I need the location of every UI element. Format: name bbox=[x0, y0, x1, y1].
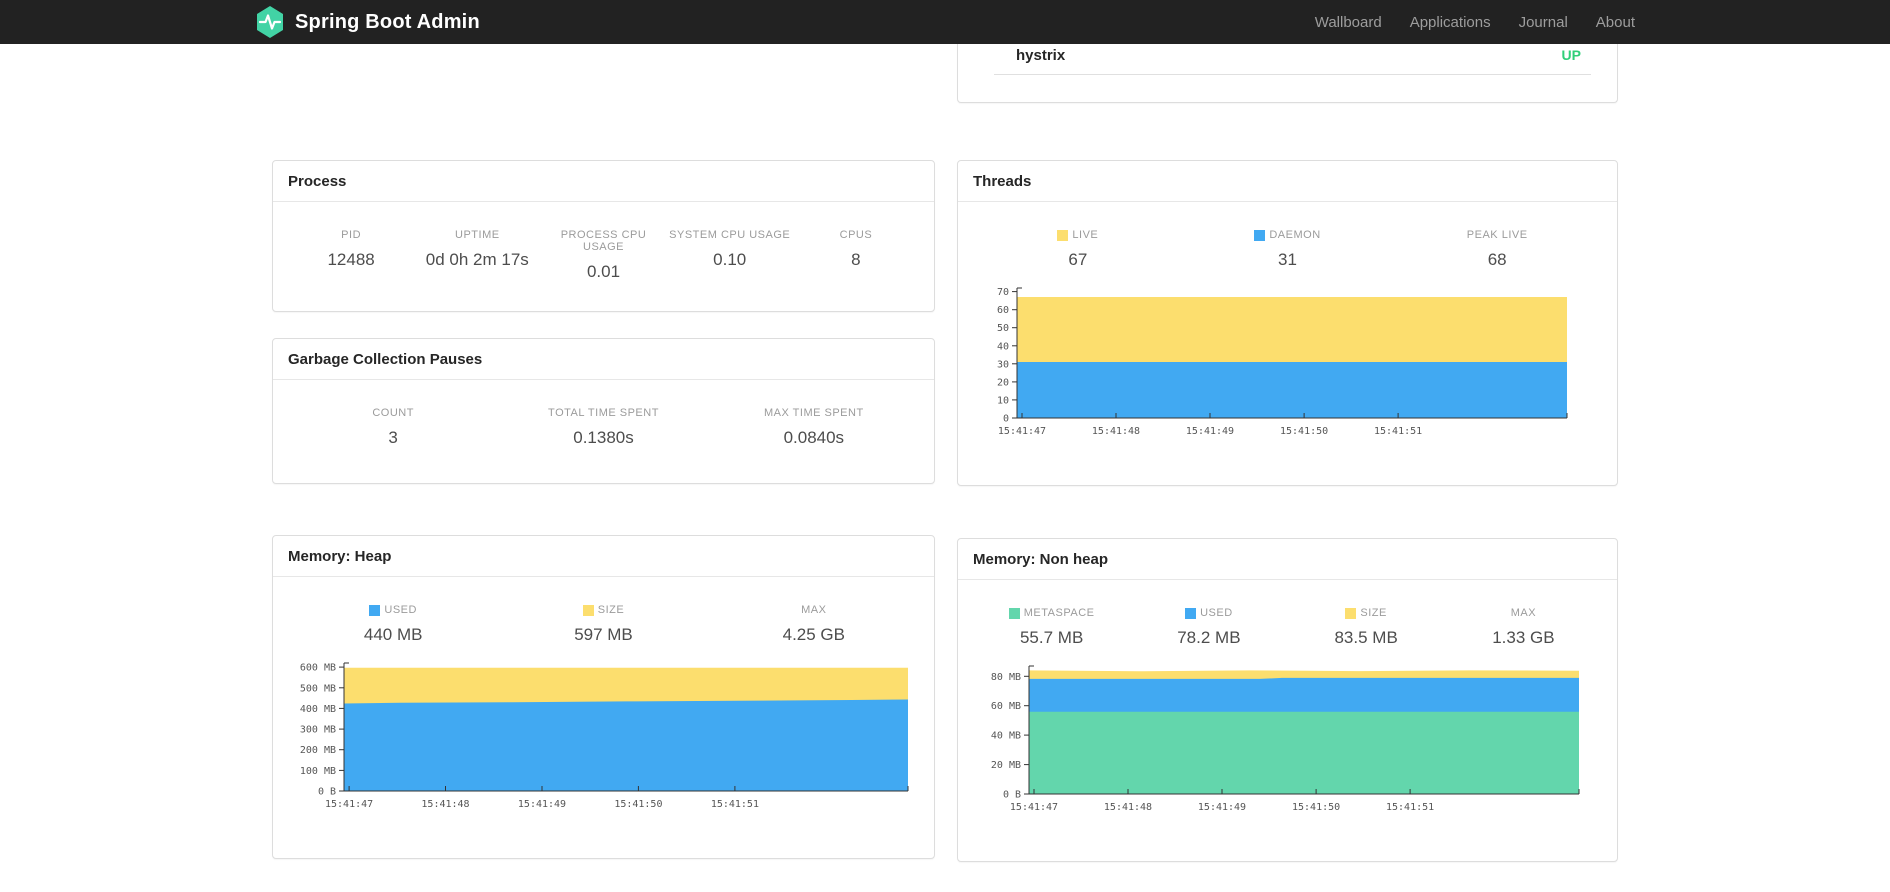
panel-threads: Threads LIVE 67 DAEMON 31 PEAK LIVE 68 0… bbox=[957, 160, 1618, 486]
svg-text:15:41:51: 15:41:51 bbox=[1386, 802, 1434, 813]
svg-text:15:41:50: 15:41:50 bbox=[614, 799, 662, 810]
health-row-hystrix: hystrix UP bbox=[958, 44, 1617, 64]
stat-pid: PID 12488 bbox=[327, 229, 375, 269]
divider bbox=[994, 74, 1591, 75]
svg-text:50: 50 bbox=[997, 323, 1009, 334]
svg-text:0 B: 0 B bbox=[1003, 790, 1021, 801]
svg-text:300 MB: 300 MB bbox=[300, 725, 336, 736]
stat-process-cpu-usage: PROCESS CPU USAGE 0.01 bbox=[560, 229, 647, 281]
process-panel-title: Process bbox=[273, 161, 934, 202]
heap-stats: USED 440 MB SIZE 597 MB MAX 4.25 GB bbox=[288, 604, 919, 645]
svg-text:30: 30 bbox=[997, 359, 1009, 370]
svg-text:15:41:48: 15:41:48 bbox=[1104, 802, 1152, 813]
svg-text:15:41:47: 15:41:47 bbox=[1010, 802, 1058, 813]
svg-text:15:41:48: 15:41:48 bbox=[1092, 426, 1140, 437]
svg-text:100 MB: 100 MB bbox=[300, 766, 336, 777]
status-badge: UP bbox=[1561, 47, 1581, 63]
svg-text:500 MB: 500 MB bbox=[300, 683, 336, 694]
svg-text:40 MB: 40 MB bbox=[991, 731, 1021, 742]
svg-text:20 MB: 20 MB bbox=[991, 760, 1021, 771]
svg-text:60: 60 bbox=[997, 305, 1009, 316]
svg-text:0 B: 0 B bbox=[318, 787, 336, 798]
stat-nonheap-max: MAX 1.33 GB bbox=[1492, 607, 1555, 647]
gc-panel-title: Garbage Collection Pauses bbox=[273, 339, 934, 380]
stat-threads-peak-live: PEAK LIVE 68 bbox=[1466, 229, 1528, 269]
stat-threads-live: LIVE 67 bbox=[973, 229, 1183, 270]
svg-text:15:41:49: 15:41:49 bbox=[518, 799, 566, 810]
nonheap-used-legend-swatch-icon bbox=[1185, 607, 1197, 619]
heap-panel-title: Memory: Heap bbox=[273, 536, 934, 577]
nav-item-journal[interactable]: Journal bbox=[1505, 14, 1582, 31]
stat-heap-max: MAX 4.25 GB bbox=[782, 604, 845, 644]
panel-health-stub: hystrix UP bbox=[957, 44, 1618, 103]
svg-text:15:41:50: 15:41:50 bbox=[1292, 802, 1340, 813]
stat-nonheap-metaspace: METASPACE 55.7 MB bbox=[973, 607, 1130, 648]
svg-text:15:41:47: 15:41:47 bbox=[998, 426, 1046, 437]
spring-boot-admin-logo-icon bbox=[255, 6, 285, 38]
stat-heap-size: SIZE 597 MB bbox=[574, 604, 633, 644]
brand-title: Spring Boot Admin bbox=[295, 10, 480, 33]
stat-nonheap-used: USED 78.2 MB bbox=[1177, 607, 1241, 647]
svg-text:15:41:49: 15:41:49 bbox=[1186, 426, 1234, 437]
daemon-legend-swatch-icon bbox=[1254, 229, 1266, 241]
svg-text:0: 0 bbox=[1003, 414, 1009, 425]
stat-nonheap-size: SIZE 83.5 MB bbox=[1334, 607, 1398, 647]
stat-gc-total-time: TOTAL TIME SPENT 0.1380s bbox=[548, 407, 659, 447]
svg-text:80 MB: 80 MB bbox=[991, 672, 1021, 683]
nonheap-panel-title: Memory: Non heap bbox=[958, 539, 1617, 580]
svg-text:60 MB: 60 MB bbox=[991, 701, 1021, 712]
nonheap-stats: METASPACE 55.7 MB USED 78.2 MB SIZE 83.5… bbox=[973, 607, 1602, 648]
svg-text:10: 10 bbox=[997, 395, 1009, 406]
panel-garbage-collection: Garbage Collection Pauses COUNT 3 TOTAL … bbox=[272, 338, 935, 484]
panel-memory-heap: Memory: Heap USED 440 MB SIZE 597 MB MAX… bbox=[272, 535, 935, 859]
memory-heap-chart: 0 B 100 MB 200 MB 300 MB 400 MB 500 MB 600 MB 1… bbox=[288, 655, 919, 822]
live-legend-swatch-icon bbox=[1057, 229, 1069, 241]
stat-cpus: CPUS 8 bbox=[839, 229, 873, 269]
heap-used-legend-swatch-icon bbox=[369, 604, 381, 616]
nav-item-applications[interactable]: Applications bbox=[1396, 14, 1505, 31]
stat-uptime: UPTIME 0d 0h 2m 17s bbox=[425, 229, 529, 269]
right-column: hystrix UP Threads LIVE 67 DAEMON 31 PEA… bbox=[957, 44, 1618, 862]
threads-stats: LIVE 67 DAEMON 31 PEAK LIVE 68 bbox=[973, 229, 1602, 270]
svg-text:600 MB: 600 MB bbox=[300, 663, 336, 674]
content: Process PID 12488 UPTIME 0d 0h 2m 17s PR… bbox=[272, 44, 1618, 862]
svg-text:400 MB: 400 MB bbox=[300, 704, 336, 715]
gc-stats: COUNT 3 TOTAL TIME SPENT 0.1380s MAX TIM… bbox=[288, 407, 919, 448]
navbar: Spring Boot Admin Wallboard Applications… bbox=[0, 0, 1890, 44]
metaspace-legend-swatch-icon bbox=[1008, 607, 1020, 619]
svg-text:15:41:51: 15:41:51 bbox=[711, 799, 759, 810]
memory-nonheap-chart: 0 B 20 MB 40 MB 60 MB 80 MB 15:41:47 15:41:48 1… bbox=[973, 658, 1602, 825]
brand[interactable]: Spring Boot Admin bbox=[255, 6, 480, 38]
stat-gc-max-time: MAX TIME SPENT 0.0840s bbox=[763, 407, 864, 447]
panel-process: Process PID 12488 UPTIME 0d 0h 2m 17s PR… bbox=[272, 160, 935, 312]
panel-memory-nonheap: Memory: Non heap METASPACE 55.7 MB USED bbox=[957, 538, 1618, 862]
nav-item-wallboard[interactable]: Wallboard bbox=[1301, 14, 1396, 31]
left-column: Process PID 12488 UPTIME 0d 0h 2m 17s PR… bbox=[272, 44, 935, 859]
svg-text:70: 70 bbox=[997, 287, 1009, 298]
svg-text:15:41:47: 15:41:47 bbox=[325, 799, 373, 810]
threads-panel-title: Threads bbox=[958, 161, 1617, 202]
svg-text:15:41:50: 15:41:50 bbox=[1280, 426, 1328, 437]
stat-gc-count: COUNT 3 bbox=[372, 407, 414, 447]
nonheap-size-legend-swatch-icon bbox=[1345, 607, 1357, 619]
stat-threads-daemon: DAEMON 31 bbox=[1183, 229, 1393, 270]
nav-item-about[interactable]: About bbox=[1582, 14, 1635, 31]
threads-chart: 0 10 20 30 40 50 60 70 15:41:47 15:41:48 15:41:49 1… bbox=[973, 280, 1602, 449]
health-item-name: hystrix bbox=[1016, 47, 1066, 64]
stat-system-cpu-usage: SYSTEM CPU USAGE 0.10 bbox=[669, 229, 791, 269]
svg-text:15:41:51: 15:41:51 bbox=[1374, 426, 1422, 437]
stat-heap-used: USED 440 MB bbox=[363, 604, 423, 644]
svg-text:20: 20 bbox=[997, 377, 1009, 388]
heap-size-legend-swatch-icon bbox=[582, 604, 594, 616]
process-stats: PID 12488 UPTIME 0d 0h 2m 17s PROCESS CP… bbox=[288, 229, 919, 282]
svg-text:200 MB: 200 MB bbox=[300, 745, 336, 756]
svg-text:40: 40 bbox=[997, 341, 1009, 352]
svg-text:15:41:49: 15:41:49 bbox=[1198, 802, 1246, 813]
nav-links: Wallboard Applications Journal About bbox=[1301, 14, 1635, 31]
svg-text:15:41:48: 15:41:48 bbox=[421, 799, 469, 810]
